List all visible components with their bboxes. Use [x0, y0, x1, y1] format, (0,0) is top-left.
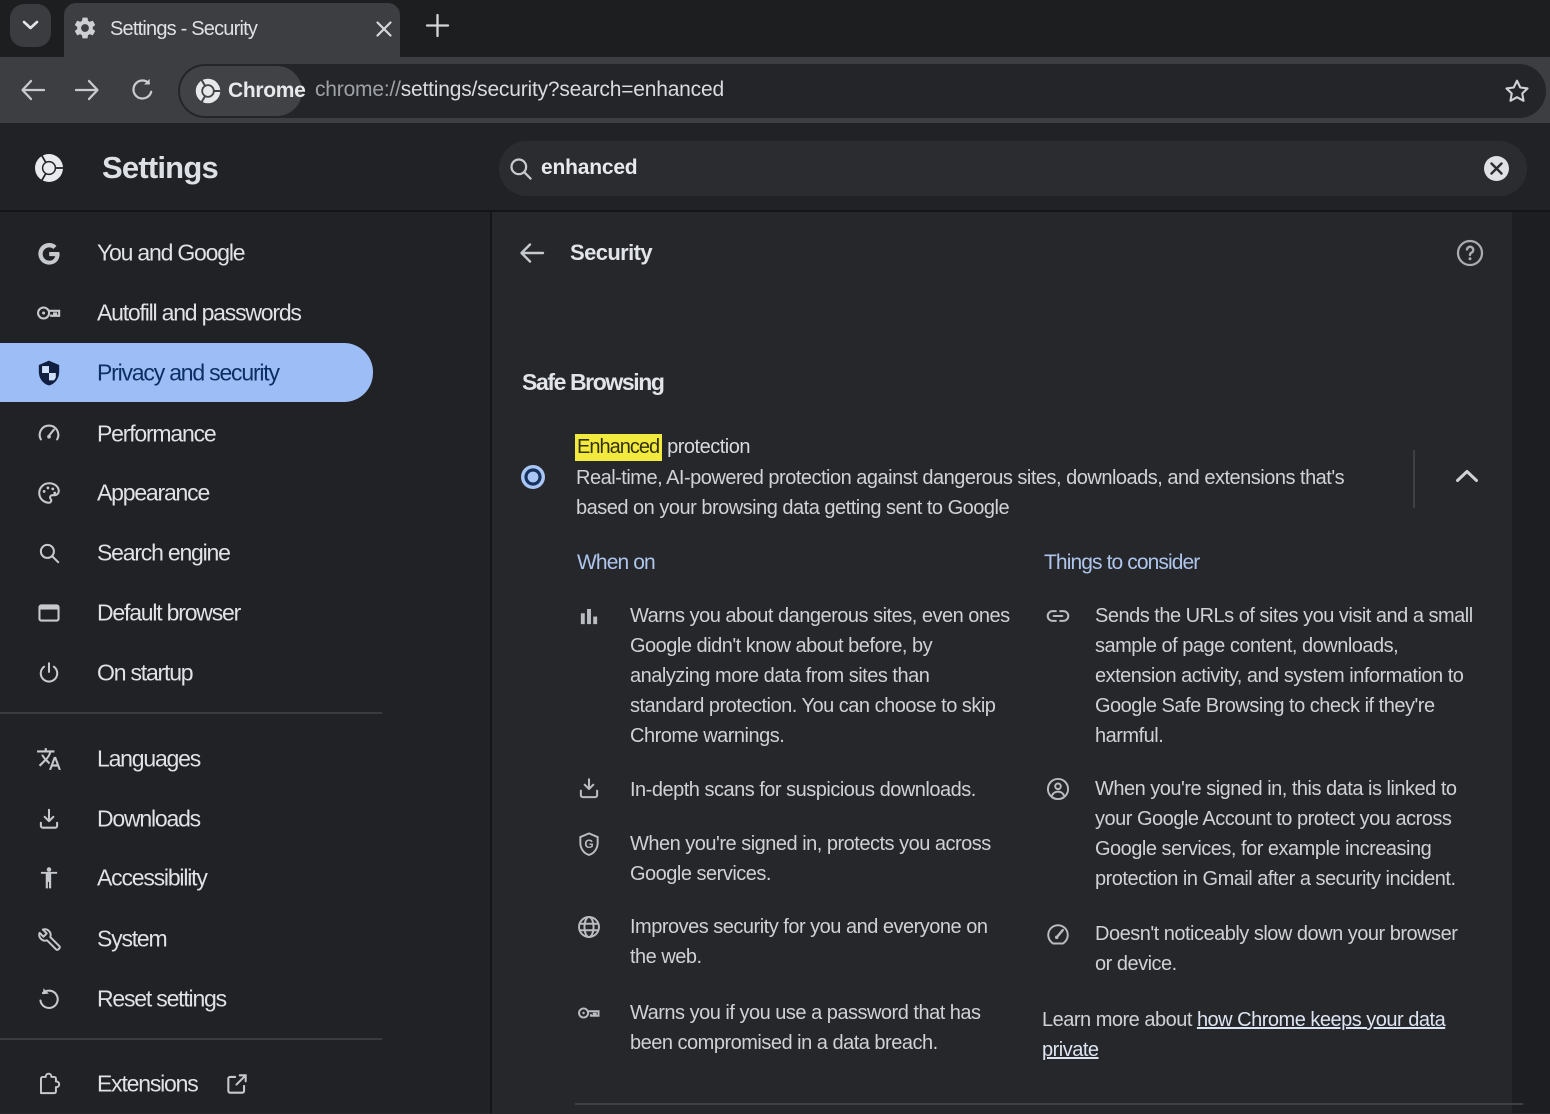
svg-text:G: G — [584, 837, 593, 851]
